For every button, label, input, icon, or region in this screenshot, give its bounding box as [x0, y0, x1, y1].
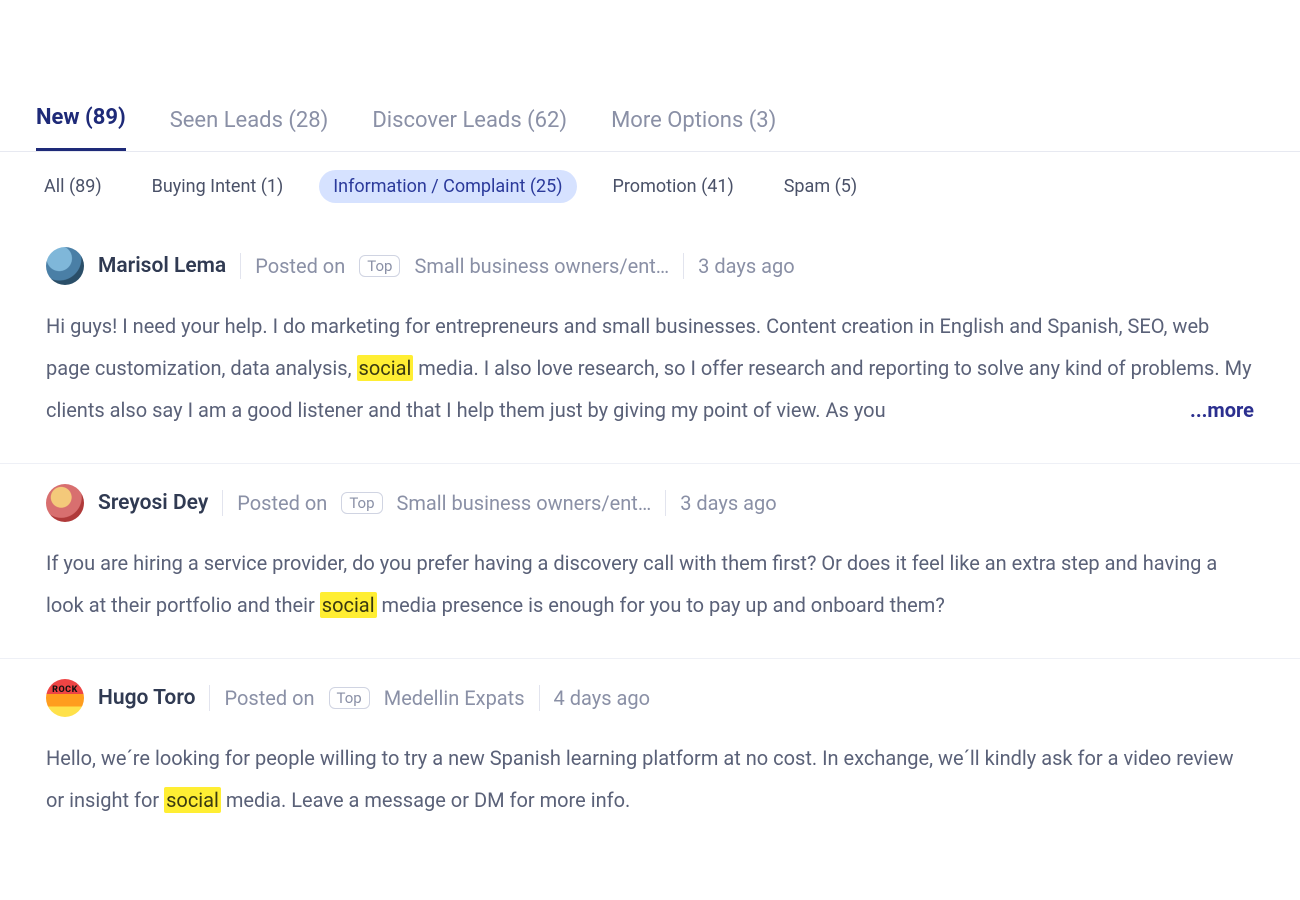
- post-header: Marisol Lema Posted on Top Small busines…: [46, 247, 1254, 285]
- group-name[interactable]: Medellin Expats: [384, 686, 525, 710]
- divider: [240, 253, 241, 279]
- posted-on-label: Posted on: [255, 254, 345, 278]
- avatar-text: ROCK: [46, 685, 84, 695]
- group-name[interactable]: Small business owners/ent…: [414, 254, 669, 278]
- post-body: If you are hiring a service provider, do…: [46, 542, 1254, 626]
- posted-on-label: Posted on: [237, 491, 327, 515]
- avatar[interactable]: ROCK: [46, 679, 84, 717]
- tab-more-options[interactable]: More Options (3): [611, 108, 776, 151]
- relative-time: 3 days ago: [698, 254, 794, 278]
- top-badge: Top: [341, 492, 382, 514]
- top-badge: Top: [329, 687, 370, 709]
- filter-all[interactable]: All (89): [30, 170, 116, 203]
- divider: [665, 490, 666, 516]
- highlight-term: social: [357, 355, 414, 381]
- post-header: Sreyosi Dey Posted on Top Small business…: [46, 484, 1254, 522]
- post-body: Hello, we´re looking for people willing …: [46, 737, 1254, 821]
- body-text: media. Leave a message or DM for more in…: [221, 788, 630, 812]
- divider: [683, 253, 684, 279]
- filter-spam[interactable]: Spam (5): [770, 170, 871, 203]
- lead-post: ROCK Hugo Toro Posted on Top Medellin Ex…: [0, 659, 1300, 853]
- tab-new[interactable]: New (89): [36, 105, 126, 151]
- relative-time: 3 days ago: [680, 491, 776, 515]
- top-badge: Top: [359, 255, 400, 277]
- divider: [222, 490, 223, 516]
- post-body: Hi guys! I need your help. I do marketin…: [46, 305, 1254, 431]
- post-header: ROCK Hugo Toro Posted on Top Medellin Ex…: [46, 679, 1254, 717]
- filter-buying-intent[interactable]: Buying Intent (1): [138, 170, 298, 203]
- primary-tabs: New (89) Seen Leads (28) Discover Leads …: [0, 105, 1300, 152]
- divider: [539, 685, 540, 711]
- relative-time: 4 days ago: [554, 686, 650, 710]
- filter-pills: All (89) Buying Intent (1) Information /…: [0, 152, 1300, 227]
- lead-post: Sreyosi Dey Posted on Top Small business…: [0, 464, 1300, 659]
- more-link[interactable]: ...more: [1170, 389, 1254, 431]
- tab-discover-leads[interactable]: Discover Leads (62): [372, 108, 567, 151]
- filter-information-complaint[interactable]: Information / Complaint (25): [319, 170, 576, 203]
- body-text: media presence is enough for you to pay …: [377, 593, 945, 617]
- highlight-term: social: [164, 787, 221, 813]
- author-name[interactable]: Sreyosi Dey: [98, 491, 208, 515]
- posted-on-label: Posted on: [224, 686, 314, 710]
- lead-post: Marisol Lema Posted on Top Small busines…: [0, 227, 1300, 464]
- author-name[interactable]: Hugo Toro: [98, 686, 195, 710]
- filter-promotion[interactable]: Promotion (41): [599, 170, 748, 203]
- divider: [209, 685, 210, 711]
- group-name[interactable]: Small business owners/ent…: [397, 491, 652, 515]
- highlight-term: social: [320, 592, 377, 618]
- avatar[interactable]: [46, 247, 84, 285]
- author-name[interactable]: Marisol Lema: [98, 254, 226, 278]
- avatar[interactable]: [46, 484, 84, 522]
- tab-seen-leads[interactable]: Seen Leads (28): [170, 108, 329, 151]
